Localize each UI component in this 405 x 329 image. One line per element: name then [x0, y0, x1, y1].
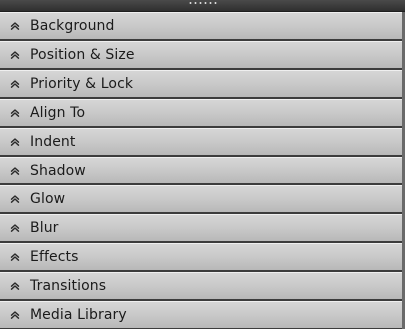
chevron-up-double-icon: [0, 71, 30, 97]
section-indent[interactable]: Indent: [0, 127, 405, 157]
section-transitions[interactable]: Transitions: [0, 272, 405, 302]
section-label: Indent: [30, 133, 76, 150]
section-priority-lock[interactable]: Priority & Lock: [0, 69, 405, 99]
section-effects[interactable]: Effects: [0, 243, 405, 273]
section-shadow[interactable]: Shadow: [0, 156, 405, 186]
section-label: Background: [30, 18, 115, 34]
chevron-up-double-icon: [0, 100, 30, 126]
chevron-up-double-icon: [0, 13, 30, 39]
section-label: Align To: [30, 104, 86, 121]
resize-grip[interactable]: [0, 0, 405, 12]
chevron-up-double-icon: [0, 186, 30, 212]
section-blur[interactable]: Blur: [0, 214, 405, 244]
chevron-up-double-icon: [0, 129, 30, 155]
section-list: Background Position & Size Priority & Lo…: [0, 12, 405, 329]
section-label: Position & Size: [30, 46, 135, 63]
chevron-up-double-icon: [0, 42, 30, 68]
properties-panel: Background Position & Size Priority & Lo…: [0, 0, 405, 329]
grip-dots-icon: [187, 1, 218, 7]
section-label: Transitions: [30, 278, 107, 295]
section-label: Effects: [30, 249, 79, 266]
chevron-up-double-icon: [0, 244, 30, 270]
chevron-up-double-icon: [0, 273, 30, 299]
section-label: Glow: [30, 191, 66, 208]
chevron-up-double-icon: [0, 158, 30, 184]
section-label: Media Library: [30, 306, 127, 323]
section-label: Shadow: [30, 162, 86, 179]
chevron-up-double-icon: [0, 215, 30, 241]
section-background[interactable]: Background: [0, 12, 405, 41]
section-glow[interactable]: Glow: [0, 185, 405, 215]
section-label: Blur: [30, 220, 59, 237]
section-label: Priority & Lock: [30, 75, 134, 92]
section-media-library[interactable]: Media Library: [0, 301, 405, 329]
section-align-to[interactable]: Align To: [0, 98, 405, 128]
chevron-up-double-icon: [0, 302, 30, 328]
section-position-size[interactable]: Position & Size: [0, 41, 405, 70]
